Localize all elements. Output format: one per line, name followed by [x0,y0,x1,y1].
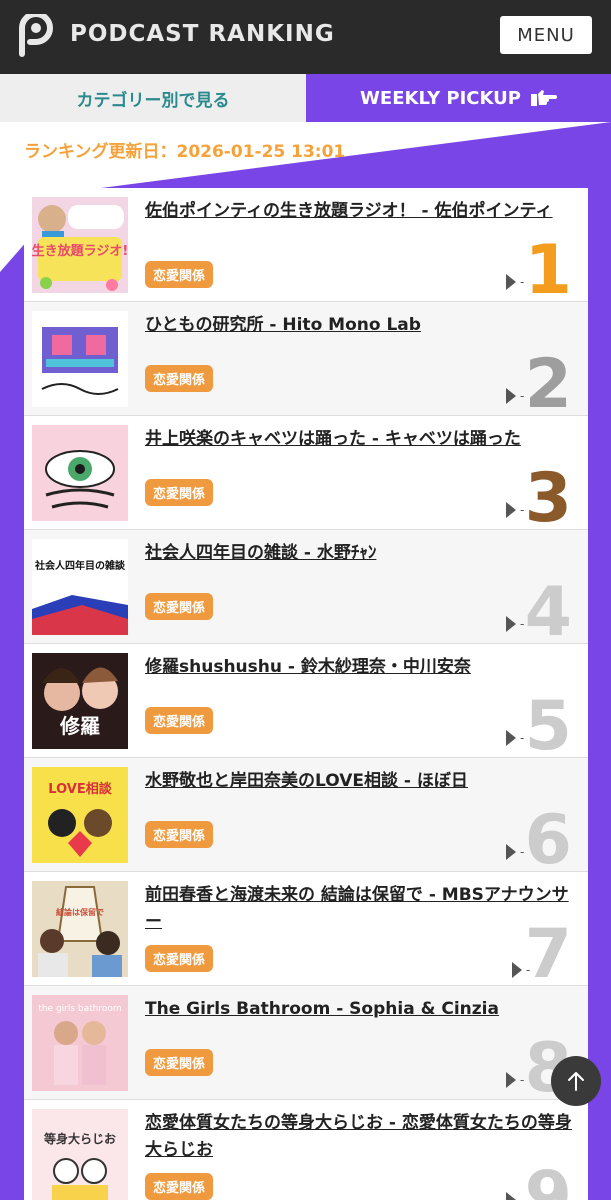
podcast-title-link[interactable]: 前田春香と海渡未来の 結論は保留で - MBSアナウンサー [145,882,575,936]
play-icon [506,274,516,290]
category-tag[interactable]: 恋愛関係 [145,821,214,848]
podcast-title-link[interactable]: ひともの研究所 - Hito Mono Lab [145,312,575,339]
play-icon [506,1192,516,1200]
thumb-text: 社会人四年目の雑談 [34,559,126,572]
rank-number: 9 [524,1157,572,1200]
tab-category[interactable]: カテゴリー別で見る [0,74,306,122]
rank-number: 6 [524,801,572,880]
ranking-item[interactable]: 等身大らじお 恋愛体質女たちの等身大らじお - 恋愛体質女たちの等身大らじお 恋… [24,1100,588,1200]
rank-number: 1 [524,231,572,310]
tab-weekly-label: WEEKLY PICKUP [360,87,521,109]
ranking-item[interactable]: ひともの研究所 - Hito Mono Lab 恋愛関係 - 2 [24,302,588,424]
ranking-list: 生き放題ラジオ! 佐伯ポインティの生き放題ラジオ！ - 佐伯ポインティ 恋愛関係… [24,188,588,1200]
podcast-thumbnail[interactable] [32,311,128,407]
ranking-item[interactable]: the girls bathroom The Girls Bathroom - … [24,986,588,1103]
play-icon [506,1072,516,1088]
podcast-thumbnail[interactable]: 生き放題ラジオ! [32,197,128,293]
scroll-to-top-button[interactable] [551,1056,601,1106]
category-tag[interactable]: 恋愛関係 [145,707,214,734]
ranking-item[interactable]: 結論は保留で 前田春香と海渡未来の 結論は保留で - MBSアナウンサー 恋愛関… [24,872,588,994]
category-tag[interactable]: 恋愛関係 [145,593,214,620]
ranking-item[interactable]: LOVE相談 水野敬也と岸田奈美のLOVE相談 - ほぼ日 恋愛関係 - 6 [24,758,588,880]
play-count: - [506,616,524,632]
podcast-thumbnail[interactable]: 結論は保留で [32,881,128,977]
category-tag[interactable]: 恋愛関係 [145,365,214,392]
podcast-thumbnail[interactable]: 修羅 [32,653,128,749]
play-count: - [506,274,524,290]
play-count: - [506,844,524,860]
ranking-item[interactable]: 井上咲楽のキャベツは踊った - キャベツは踊った 恋愛関係 - 3 [24,416,588,538]
thumb-text: 修羅 [59,714,100,738]
play-count: - [506,502,524,518]
podcast-thumbnail[interactable]: the girls bathroom [32,995,128,1091]
rank-number: 5 [524,687,572,766]
play-count: - [506,730,524,746]
app-header: PODCAST RANKING MENU [0,0,611,74]
category-tag[interactable]: 恋愛関係 [145,261,214,288]
podcast-title-link[interactable]: 佐伯ポインティの生き放題ラジオ！ - 佐伯ポインティ [145,198,575,225]
pointing-hand-icon [530,90,557,106]
thumb-text: LOVE相談 [48,781,112,797]
thumb-text: 結論は保留で [56,907,104,917]
thumb-text: 等身大らじお [43,1131,116,1146]
ranking-update-date: ランキング更新日：2026-01-25 13:01 [24,142,346,162]
podcast-thumbnail[interactable]: 等身大らじお [32,1109,128,1200]
podcast-thumbnail[interactable]: LOVE相談 [32,767,128,863]
podcast-title-link[interactable]: 社会人四年目の雑談 - 水野ﾁｬﾝ [145,540,575,567]
thumb-text: 生き放題ラジオ! [32,243,128,259]
play-icon [512,962,522,978]
arrow-up-icon [568,1072,584,1091]
play-count: - [506,388,524,404]
podcast-title-link[interactable]: 修羅shushushu - 鈴木紗理奈・中川安奈 [145,654,575,681]
play-count: - [506,1072,524,1088]
play-icon [506,388,516,404]
rank-number: 2 [524,345,572,424]
play-icon [506,730,516,746]
podcast-thumbnail[interactable] [32,425,128,521]
category-tag[interactable]: 恋愛関係 [145,479,214,506]
thumb-text: the girls bathroom [38,1004,121,1014]
tab-weekly-pickup[interactable]: WEEKLY PICKUP [306,74,611,122]
play-icon [506,616,516,632]
rank-number: 4 [524,573,572,652]
rank-number: 7 [524,915,572,994]
ranking-item[interactable]: 生き放題ラジオ! 佐伯ポインティの生き放題ラジオ！ - 佐伯ポインティ 恋愛関係… [24,188,588,310]
rank-number: 3 [524,459,572,538]
ranking-item[interactable]: 修羅 修羅shushushu - 鈴木紗理奈・中川安奈 恋愛関係 - 5 [24,644,588,766]
category-tag[interactable]: 恋愛関係 [145,1173,214,1200]
podcast-logo-icon[interactable] [16,14,56,58]
category-tag[interactable]: 恋愛関係 [145,1049,214,1076]
podcast-title-link[interactable]: 恋愛体質女たちの等身大らじお - 恋愛体質女たちの等身大らじお [145,1110,575,1164]
play-count: - [506,1192,524,1200]
play-icon [506,502,516,518]
podcast-title-link[interactable]: 水野敬也と岸田奈美のLOVE相談 - ほぼ日 [145,768,575,795]
menu-button[interactable]: MENU [500,16,592,54]
play-icon [506,844,516,860]
podcast-title-link[interactable]: The Girls Bathroom - Sophia & Cinzia [145,996,575,1023]
ranking-item[interactable]: 社会人四年目の雑談 社会人四年目の雑談 - 水野ﾁｬﾝ 恋愛関係 - 4 [24,530,588,652]
category-tag[interactable]: 恋愛関係 [145,945,214,972]
podcast-thumbnail[interactable]: 社会人四年目の雑談 [32,539,128,635]
podcast-title-link[interactable]: 井上咲楽のキャベツは踊った - キャベツは踊った [145,426,575,453]
site-title[interactable]: PODCAST RANKING [70,21,335,47]
